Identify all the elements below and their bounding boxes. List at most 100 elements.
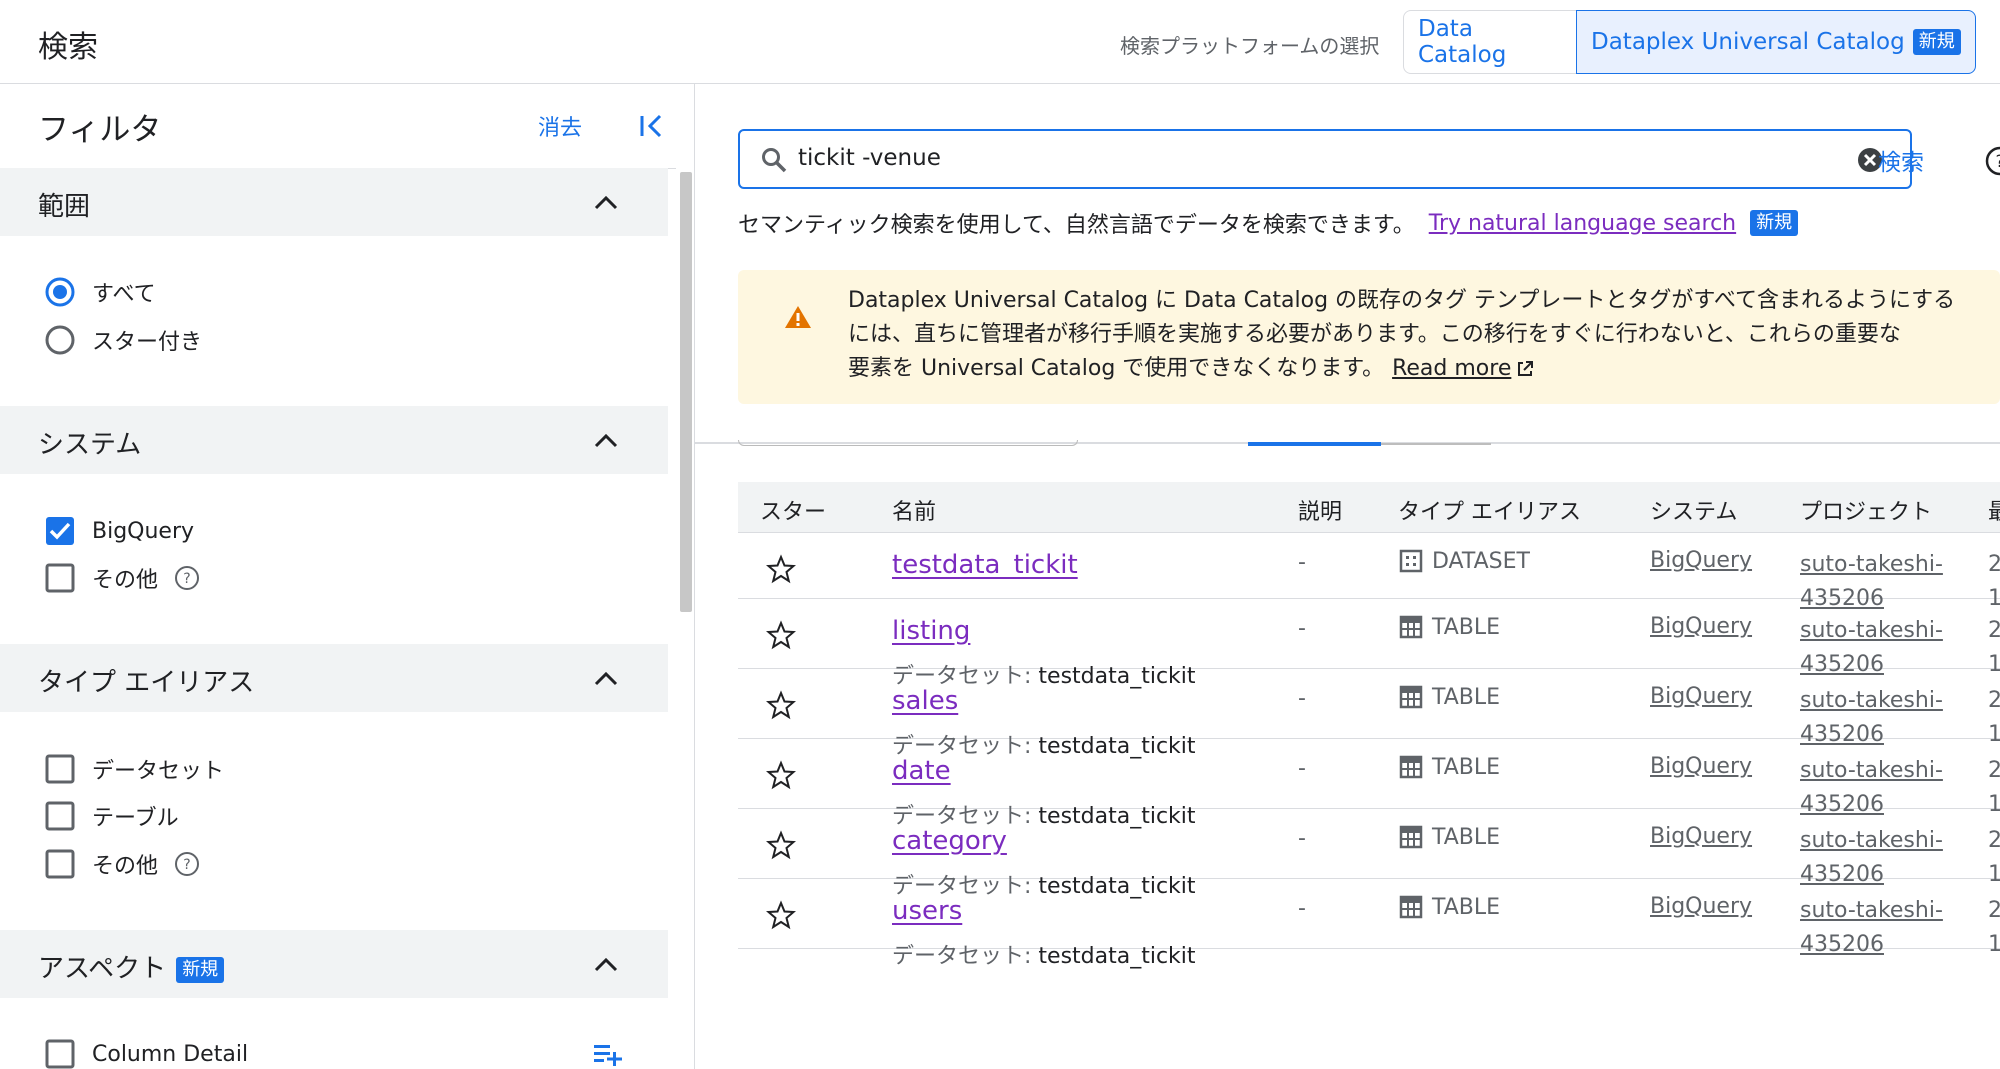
help-icon[interactable]: ? [174, 565, 200, 591]
checkbox-icon[interactable] [44, 562, 76, 594]
result-dataset: データセット: testdata_tickit [892, 938, 1196, 970]
column-description[interactable]: 説明 [1298, 494, 1342, 526]
type-option-dataset[interactable]: データセット [44, 751, 224, 787]
scope-option-all-label: すべて [92, 282, 156, 307]
chevron-up-icon[interactable] [590, 952, 622, 976]
result-system-link[interactable]: BigQuery [1650, 824, 1752, 849]
checkbox-icon[interactable] [44, 800, 76, 832]
result-name-link[interactable]: users [892, 896, 962, 926]
column-system[interactable]: システム [1650, 494, 1737, 526]
results-panel: tickit -venue 検索 ? セマンティック検索を使用して、自然言語でデ… [695, 84, 2000, 1069]
checkbox-checked-icon[interactable] [44, 515, 76, 547]
type-option-table[interactable]: テーブル [44, 798, 179, 834]
result-type-label: TABLE [1432, 614, 1501, 640]
result-system-link[interactable]: BigQuery [1650, 684, 1752, 709]
column-star[interactable]: スター [760, 494, 826, 526]
table-row[interactable]: date データセット: testdata_tickit - TABLE BigQuer… [738, 738, 2000, 829]
section-aspect-header[interactable]: アスペクト 新規 [0, 930, 668, 998]
dataset-value: testdata_tickit [1038, 944, 1196, 969]
help-icon[interactable]: ? [1985, 146, 2000, 176]
column-overflow[interactable]: 最 [1988, 494, 2000, 526]
help-icon[interactable]: ? [174, 851, 200, 877]
column-name[interactable]: 名前 [892, 494, 936, 526]
search-input[interactable]: tickit -venue [738, 129, 1912, 189]
system-option-bigquery-label: BigQuery [92, 518, 195, 544]
page-title: 検索 [38, 30, 98, 65]
result-system-link[interactable]: BigQuery [1650, 548, 1752, 573]
system-option-bigquery[interactable]: BigQuery [44, 513, 194, 549]
result-name-link[interactable]: sales [892, 686, 958, 716]
star-outline-icon[interactable] [766, 690, 796, 720]
project-line-1: suto-takeshi- [1800, 552, 1943, 577]
aspect-option-column-detail[interactable]: Column Detail [44, 1036, 248, 1069]
collapse-left-icon[interactable] [636, 110, 668, 142]
result-description: - [1298, 616, 1306, 641]
chevron-up-icon[interactable] [590, 666, 622, 690]
result-system-link[interactable]: BigQuery [1650, 614, 1752, 639]
column-type-alias[interactable]: タイプ エイリアス [1398, 494, 1581, 526]
section-scope-header[interactable]: 範囲 [0, 168, 668, 236]
chevron-up-icon[interactable] [590, 428, 622, 452]
star-outline-icon[interactable] [766, 830, 796, 860]
semantic-search-text: セマンティック検索を使用して、自然言語でデータを検索できます。 [738, 213, 1415, 238]
table-row[interactable]: category データセット: testdata_tickit - TABLE Big… [738, 808, 2000, 899]
warning-message: Dataplex Universal Catalog に Data Catalo… [848, 284, 1998, 386]
tab-underline [1381, 443, 1491, 445]
project-line-1: suto-takeshi- [1800, 688, 1943, 713]
result-system-link[interactable]: BigQuery [1650, 894, 1752, 919]
result-type-label: TABLE [1432, 684, 1501, 710]
result-project-link[interactable]: suto-takeshi- 435206 [1800, 894, 1950, 962]
checkbox-icon[interactable] [44, 848, 76, 880]
clear-filters-button[interactable]: 消去 [538, 110, 582, 142]
star-outline-icon[interactable] [766, 554, 796, 584]
scope-option-all[interactable]: すべて [44, 274, 156, 310]
column-project[interactable]: プロジェクト [1800, 494, 1932, 526]
section-aspect-label: アスペクト [38, 954, 167, 984]
scope-option-starred-label: スター付き [92, 330, 203, 355]
playlist-add-icon[interactable] [592, 1041, 622, 1069]
result-name-link[interactable]: testdata_tickit [892, 550, 1078, 580]
warning-line-2: には、直ちに管理者が移行手順を実施する必要があります。この移行をすぐに行わないと… [848, 322, 1901, 347]
section-system-header[interactable]: システム [0, 406, 668, 474]
new-badge: 新規 [176, 956, 225, 983]
result-type: TABLE [1398, 684, 1500, 710]
table-row[interactable]: sales データセット: testdata_tickit - TABLE BigQue… [738, 668, 2000, 759]
read-more-link[interactable]: Read more [1392, 356, 1511, 381]
result-type: TABLE [1398, 824, 1500, 850]
star-outline-icon[interactable] [766, 620, 796, 650]
warning-line-1: Dataplex Universal Catalog に Data Catalo… [848, 288, 1956, 313]
search-query[interactable]: tickit -venue [798, 145, 941, 171]
filter-title: フィルタ [38, 112, 162, 148]
project-line-1: suto-takeshi- [1800, 618, 1943, 643]
result-name-link[interactable]: listing [892, 616, 970, 646]
table-row[interactable]: users データセット: testdata_tickit - TABLE BigQue… [738, 878, 2000, 969]
checkbox-icon[interactable] [44, 1038, 76, 1069]
platform-dataplex-button[interactable]: Dataplex Universal Catalog 新規 [1576, 10, 1976, 74]
platform-dataplex-label: Dataplex Universal Catalog [1591, 29, 1905, 55]
system-option-other[interactable]: その他 ? [44, 560, 200, 596]
scope-option-starred[interactable]: スター付き [44, 322, 202, 358]
star-outline-icon[interactable] [766, 760, 796, 790]
external-link-icon[interactable] [1515, 359, 1535, 379]
table-row[interactable]: listing データセット: testdata_tickit - TABLE BigQ… [738, 598, 2000, 689]
radio-icon[interactable] [44, 324, 76, 356]
chevron-up-icon[interactable] [590, 190, 622, 214]
checkbox-icon[interactable] [44, 753, 76, 785]
table-icon [1399, 825, 1423, 849]
type-option-other[interactable]: その他 ? [44, 846, 200, 882]
dataset-prefix: データセット: [892, 944, 1039, 969]
result-name-link[interactable]: date [892, 756, 951, 786]
natural-language-search-link[interactable]: Try natural language search [1429, 211, 1736, 236]
platform-data-catalog-button[interactable]: Data Catalog [1403, 10, 1577, 74]
table-row[interactable]: testdata_tickit - DATASET BigQuery suto-take… [738, 532, 2000, 611]
result-system-link[interactable]: BigQuery [1650, 754, 1752, 779]
filter-scrollbar-thumb[interactable] [680, 172, 692, 612]
search-button[interactable]: 検索 [1878, 143, 1924, 177]
app-header: 検索 検索プラットフォームの選択 Data Catalog Dataplex U… [0, 0, 2000, 84]
star-outline-icon[interactable] [766, 900, 796, 930]
radio-selected-icon[interactable] [44, 276, 76, 308]
type-option-other-label: その他 [92, 854, 159, 879]
result-name-link[interactable]: category [892, 826, 1007, 856]
dataset-icon [1399, 549, 1423, 573]
section-type-alias-header[interactable]: タイプ エイリアス [0, 644, 668, 712]
